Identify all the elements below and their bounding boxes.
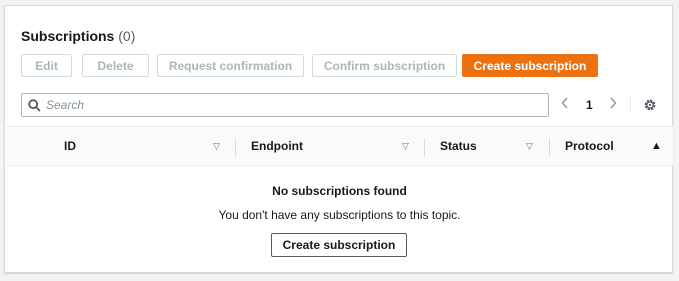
gear-icon[interactable] [641, 96, 659, 114]
pagination: 1 [561, 93, 617, 117]
column-header-endpoint[interactable]: Endpoint [251, 127, 303, 165]
search-box[interactable] [21, 93, 549, 117]
divider [630, 96, 631, 114]
empty-state-description: You don't have any subscriptions to this… [218, 208, 461, 222]
page-title-text: Subscriptions [21, 28, 115, 44]
column-header-protocol[interactable]: Protocol [565, 127, 614, 165]
search-input[interactable] [46, 98, 526, 112]
sort-icon[interactable]: ▽ [526, 127, 533, 165]
subscriptions-count: (0) [118, 28, 136, 44]
sort-ascending-icon[interactable]: ▲ [651, 127, 662, 165]
page-title: Subscriptions (0) [21, 28, 135, 44]
empty-state-title: No subscriptions found [272, 184, 407, 198]
confirm-subscription-button[interactable]: Confirm subscription [312, 54, 457, 77]
delete-button[interactable]: Delete [82, 54, 149, 77]
subscriptions-panel: Subscriptions (0) Edit Delete Request co… [4, 5, 673, 273]
table-header: ID ▽ Endpoint ▽ Status ▽ Protocol ▲ [6, 126, 673, 166]
current-page[interactable]: 1 [586, 98, 593, 112]
sort-icon[interactable]: ▽ [213, 127, 220, 165]
column-divider[interactable] [235, 138, 236, 156]
create-subscription-button[interactable]: Create subscription [462, 54, 598, 77]
column-divider[interactable] [549, 138, 550, 156]
chevron-left-icon[interactable] [561, 96, 569, 114]
edit-button[interactable]: Edit [21, 54, 72, 77]
column-divider[interactable] [424, 138, 425, 156]
sort-icon[interactable]: ▽ [402, 127, 409, 165]
column-header-status[interactable]: Status [440, 127, 477, 165]
search-icon [22, 98, 46, 112]
empty-create-subscription-button[interactable]: Create subscription [271, 233, 407, 257]
column-header-id[interactable]: ID [64, 127, 76, 165]
chevron-right-icon[interactable] [609, 96, 617, 114]
request-confirmation-button[interactable]: Request confirmation [157, 54, 304, 77]
